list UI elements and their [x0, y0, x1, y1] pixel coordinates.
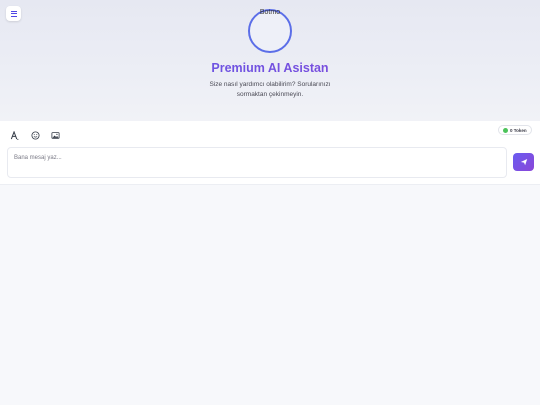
token-status-dot-icon	[503, 127, 508, 133]
page-title: Premium AI Asistan	[0, 61, 540, 75]
image-icon	[50, 131, 60, 139]
send-icon	[520, 158, 527, 166]
page-subtitle: Size nasıl yardımcı olabilirim? Soruları…	[209, 81, 331, 98]
emoji-button[interactable]	[30, 130, 40, 140]
token-badge: 0 Token	[498, 125, 532, 135]
menu-button[interactable]	[6, 6, 21, 21]
font-icon	[10, 130, 18, 140]
send-button[interactable]	[513, 153, 534, 171]
font-button[interactable]	[9, 130, 19, 140]
emoji-icon	[30, 130, 40, 140]
image-button[interactable]	[50, 130, 60, 140]
hamburger-menu-icon	[10, 10, 17, 17]
bot-avatar-alt-text: Botmo	[259, 9, 281, 16]
token-count: 0 Token	[510, 127, 527, 133]
message-input[interactable]: Bana mesaj yaz...	[7, 147, 507, 178]
